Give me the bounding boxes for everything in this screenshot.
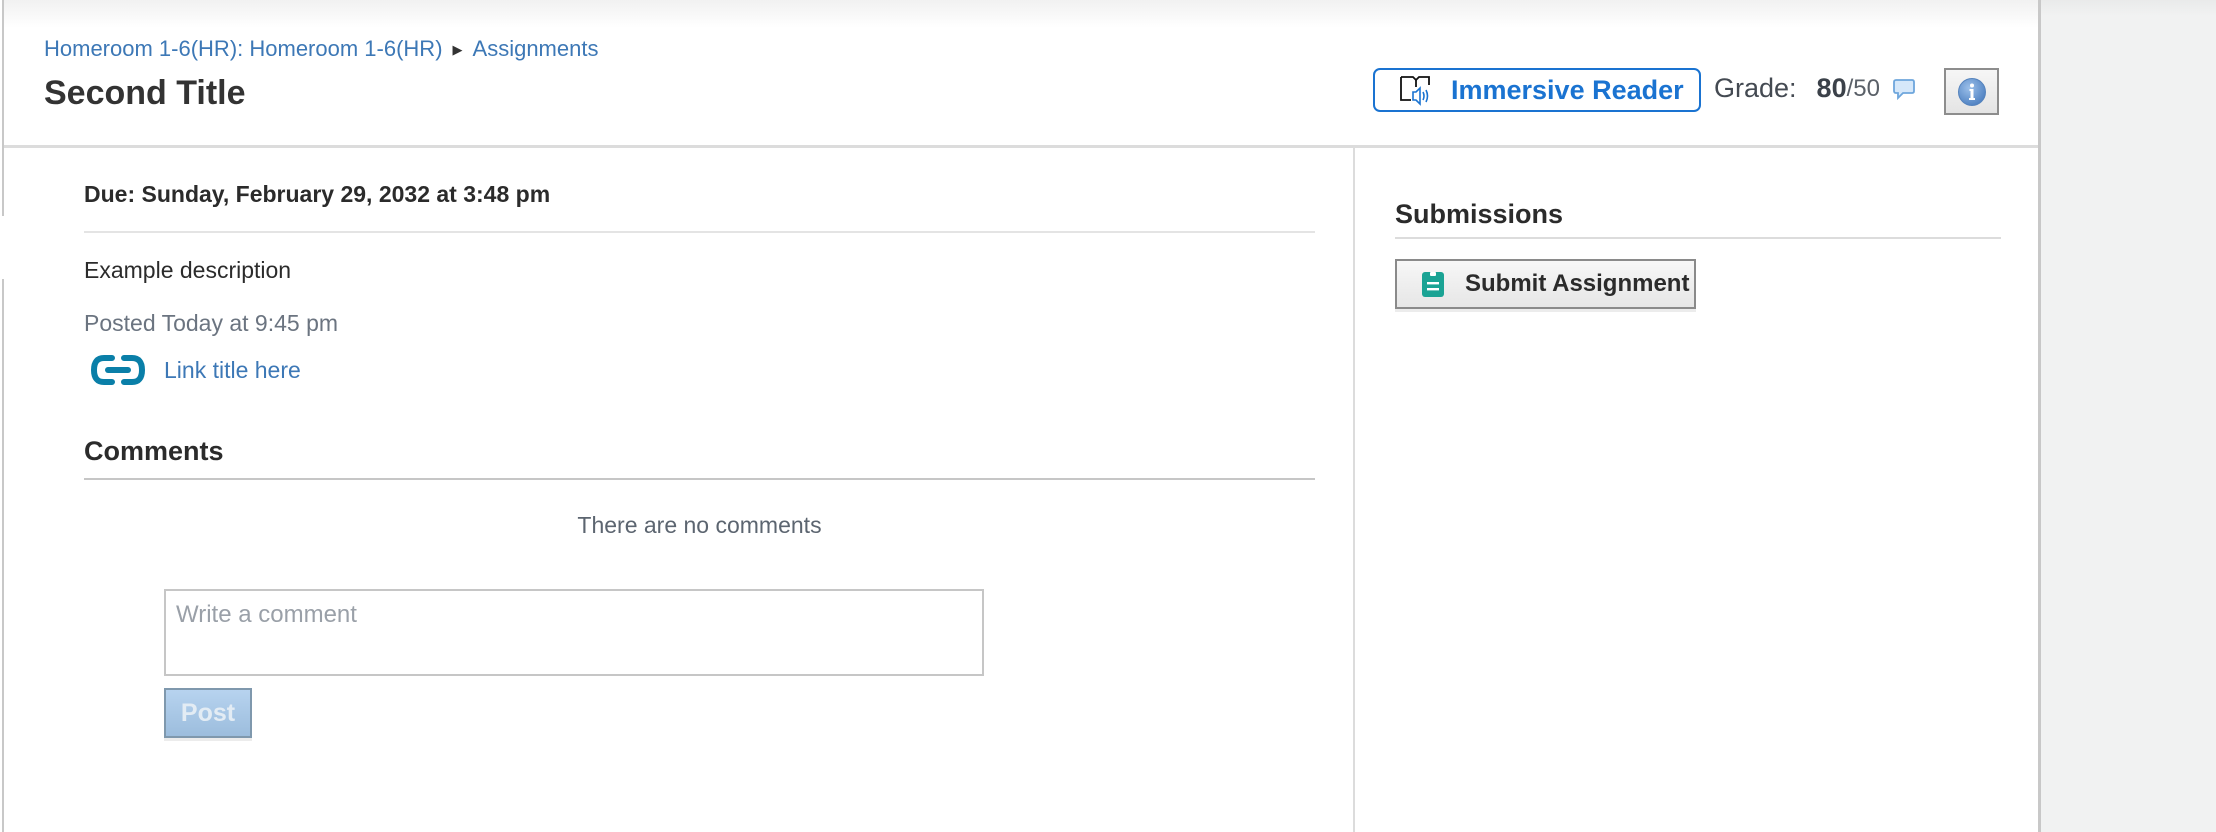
post-comment-button[interactable]: Post	[164, 688, 252, 738]
immersive-reader-button[interactable]: Immersive Reader	[1373, 68, 1701, 112]
clipboard-icon	[1422, 272, 1444, 297]
comments-divider	[84, 478, 1315, 480]
breadcrumb-course-link[interactable]: Homeroom 1-6(HR): Homeroom 1-6(HR)	[44, 36, 443, 61]
submissions-heading: Submissions	[1395, 199, 1564, 229]
grade-label: Grade:	[1714, 73, 1797, 103]
due-date: Due: Sunday, February 29, 2032 at 3:48 p…	[84, 181, 551, 207]
info-icon	[1957, 77, 1986, 106]
comments-heading: Comments	[84, 436, 224, 466]
breadcrumb: Homeroom 1-6(HR): Homeroom 1-6(HR) ▶ Assig…	[44, 36, 598, 62]
due-divider	[84, 231, 1315, 233]
submit-assignment-button[interactable]: Submit Assignment	[1395, 259, 1696, 309]
submissions-divider	[1395, 237, 2001, 239]
top-shadow	[4, 0, 2038, 28]
link-title: Link title here	[164, 356, 301, 383]
grade-max: /50	[1846, 74, 1880, 102]
comment-input[interactable]	[164, 589, 984, 676]
submit-assignment-label: Submit Assignment	[1465, 270, 1690, 297]
column-divider	[1353, 148, 1355, 832]
immersive-reader-icon	[1400, 76, 1430, 106]
left-border	[2, 279, 4, 832]
breadcrumb-assignments-link[interactable]: Assignments	[473, 36, 599, 61]
no-comments-message: There are no comments	[577, 512, 822, 538]
attached-link[interactable]: Link title here	[90, 354, 301, 386]
background-shadow	[2041, 0, 2216, 16]
assignment-description: Example description	[84, 257, 292, 283]
info-button[interactable]	[1944, 68, 1999, 115]
breadcrumb-separator-icon: ▶	[452, 42, 463, 57]
header-divider	[4, 145, 2038, 148]
main-panel: Homeroom 1-6(HR): Homeroom 1-6(HR) ▶ Assig…	[0, 0, 2041, 832]
link-icon	[90, 355, 146, 385]
grade-comment-icon[interactable]	[1892, 77, 1916, 101]
left-border	[2, 0, 4, 216]
grade-display: Grade: 80/50	[1714, 73, 1916, 104]
immersive-reader-label: Immersive Reader	[1451, 74, 1684, 105]
page-title: Second Title	[44, 74, 246, 112]
posted-timestamp: Posted Today at 9:45 pm	[84, 310, 339, 336]
grade-score: 80	[1816, 73, 1847, 103]
